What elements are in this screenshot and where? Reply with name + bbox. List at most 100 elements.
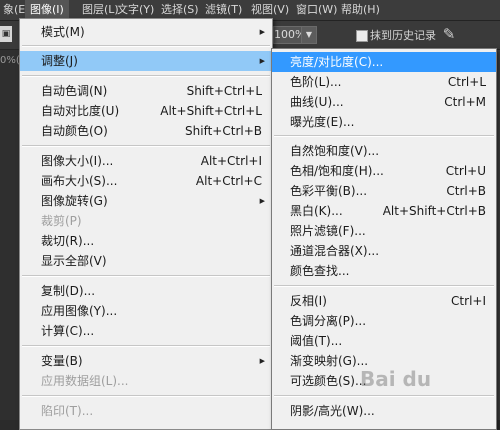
menu-item-shortcut: Shift+Ctrl+B [185,124,262,138]
menu-item-label: 亮度/对比度(C)... [290,55,384,69]
menu-item-label: 色彩平衡(B)... [290,184,368,198]
menu-item-label: 自动色调(N) [41,84,108,98]
menu-item-label: 裁剪(P) [41,214,82,228]
tool-preset-icon[interactable]: ▣ [0,26,12,42]
menu-item-image-size[interactable]: 图像大小(I)... Alt+Ctrl+I [20,151,272,171]
menu-item-label: 色阶(L)... [290,75,342,89]
erase-to-history-checkbox[interactable] [356,30,368,42]
menu-divider [274,395,494,397]
adjustments-submenu: 亮度/对比度(C)... 色阶(L)... Ctrl+L 曲线(U)... Ct… [271,48,497,430]
menu-item-label: 裁切(R)... [41,234,95,248]
menu-item-duplicate[interactable]: 复制(D)... [20,281,272,301]
menu-divider [22,75,270,77]
menu-window[interactable]: 窗口(W) [291,0,342,20]
menu-item-canvas-size[interactable]: 画布大小(S)... Alt+Ctrl+C [20,171,272,191]
menu-item-auto-color[interactable]: 自动颜色(O) Shift+Ctrl+B [20,121,272,141]
menu-item-shortcut: Ctrl+M [444,95,486,109]
menu-item-crop: 裁剪(P) [20,211,272,231]
menu-item-variables[interactable]: 变量(B) ▶ [20,351,272,371]
menu-item-label: 图像大小(I)... [41,154,114,168]
submenu-arrow-icon: ▶ [259,197,265,205]
menu-item-label: 反相(I) [290,294,327,308]
menu-item-adjustments[interactable]: 调整(J) ▶ [20,51,272,71]
menu-item-label: 计算(C)... [41,324,95,338]
menu-item-hue-saturation[interactable]: 色相/饱和度(H)... Ctrl+U [272,161,496,181]
menu-item-label: 黑白(K)... [290,204,343,218]
menu-item-shortcut: Ctrl+L [447,75,486,89]
menu-item-black-white[interactable]: 黑白(K)... Alt+Shift+Ctrl+B [272,201,496,221]
menu-item-label: 应用图像(Y)... [41,304,118,318]
menu-item-label: 渐变映射(G)... [290,354,369,368]
menu-item-color-balance[interactable]: 色彩平衡(B)... Ctrl+B [272,181,496,201]
menu-item-threshold[interactable]: 阈值(T)... [272,331,496,351]
menu-item-label: 复制(D)... [41,284,96,298]
menu-item-shortcut: Alt+Shift+Ctrl+L [160,104,262,118]
menu-item-channel-mixer[interactable]: 通道混合器(X)... [272,241,496,261]
erase-to-history-label: 抹到历史记录 [370,29,436,42]
menu-item-image-rotation[interactable]: 图像旋转(G) ▶ [20,191,272,211]
menu-item-label: 自然饱和度(V)... [290,144,380,158]
menu-item-vibrance[interactable]: 自然饱和度(V)... [272,141,496,161]
menu-item-shortcut: Shift+Ctrl+L [186,84,262,98]
menu-item-label: 模式(M) [41,25,85,39]
menu-item-shortcut: Ctrl+I [451,294,486,308]
menu-item-exposure[interactable]: 曝光度(E)... [272,112,496,132]
menu-item-shortcut: Alt+Shift+Ctrl+B [382,204,486,218]
menu-item-curves[interactable]: 曲线(U)... Ctrl+M [272,92,496,112]
menu-item-label: 变量(B) [41,354,83,368]
menu-item-auto-tone[interactable]: 自动色调(N) Shift+Ctrl+L [20,81,272,101]
menu-view[interactable]: 视图(V) [246,0,294,20]
menu-divider [22,395,270,397]
menu-item-label: 调整(J) [41,54,78,68]
menu-item-shortcut: Ctrl+U [445,164,486,178]
menu-item-calculations[interactable]: 计算(C)... [20,321,272,341]
menu-item-label: 色相/饱和度(H)... [290,164,384,178]
menu-item-label: 阈值(T)... [290,334,343,348]
menu-item-auto-contrast[interactable]: 自动对比度(U) Alt+Shift+Ctrl+L [20,101,272,121]
menu-item-apply-image[interactable]: 应用图像(Y)... [20,301,272,321]
menu-item-label: 自动颜色(O) [41,124,108,138]
menu-item-label: 通道混合器(X)... [290,244,380,258]
menu-item-trap: 陷印(T)... [20,401,272,421]
menu-item-label: 曲线(U)... [290,95,344,109]
menu-filter[interactable]: 滤镜(T) [200,0,247,20]
chevron-down-icon[interactable]: ▼ [301,26,317,44]
menu-divider [22,275,270,277]
submenu-arrow-icon: ▶ [259,57,265,65]
menu-item-selective-color[interactable]: 可选颜色(S)... [272,371,496,391]
menu-item-photo-filter[interactable]: 照片滤镜(F)... [272,221,496,241]
menu-item-label: 照片滤镜(F)... [290,224,366,238]
menu-divider [22,345,270,347]
menu-image[interactable]: 图像(I) [25,0,69,20]
image-menu: 模式(M) ▶ 调整(J) ▶ 自动色调(N) Shift+Ctrl+L 自动对… [19,18,273,430]
menu-item-gradient-map[interactable]: 渐变映射(G)... [272,351,496,371]
menu-item-brightness-contrast[interactable]: 亮度/对比度(C)... [272,52,496,72]
menu-item-label: 画布大小(S)... [41,174,118,188]
zoom-input[interactable]: 100% [273,26,305,44]
menu-item-label: 曝光度(E)... [290,115,355,129]
menu-item-posterize[interactable]: 色调分离(P)... [272,311,496,331]
menu-item-color-lookup[interactable]: 颜色查找... [272,261,496,281]
menu-divider [274,135,494,137]
menu-item-shortcut: Alt+Ctrl+I [200,154,262,168]
menu-item-label: 可选颜色(S)... [290,374,367,388]
menu-item-trim[interactable]: 裁切(R)... [20,231,272,251]
menu-item-label: 自动对比度(U) [41,104,120,118]
menu-item-shadows-highlights[interactable]: 阴影/高光(W)... [272,401,496,421]
brush-icon[interactable]: ✎ [440,24,458,44]
menu-divider [22,145,270,147]
menu-item-label: 阴影/高光(W)... [290,404,375,418]
menu-item-levels[interactable]: 色阶(L)... Ctrl+L [272,72,496,92]
menu-type[interactable]: 文字(Y) [112,0,159,20]
menu-item-label: 显示全部(V) [41,254,107,268]
menu-item-reveal-all[interactable]: 显示全部(V) [20,251,272,271]
menu-help[interactable]: 帮助(H) [336,0,385,20]
menu-item-label: 颜色查找... [290,264,350,278]
menu-item-label: 图像旋转(G) [41,194,108,208]
menu-item-mode[interactable]: 模式(M) ▶ [20,22,272,42]
menu-select[interactable]: 选择(S) [156,0,204,20]
menu-item-invert[interactable]: 反相(I) Ctrl+I [272,291,496,311]
menu-item-shortcut: Ctrl+B [446,184,486,198]
submenu-arrow-icon: ▶ [259,28,265,36]
menu-item-label: 陷印(T)... [41,404,94,418]
